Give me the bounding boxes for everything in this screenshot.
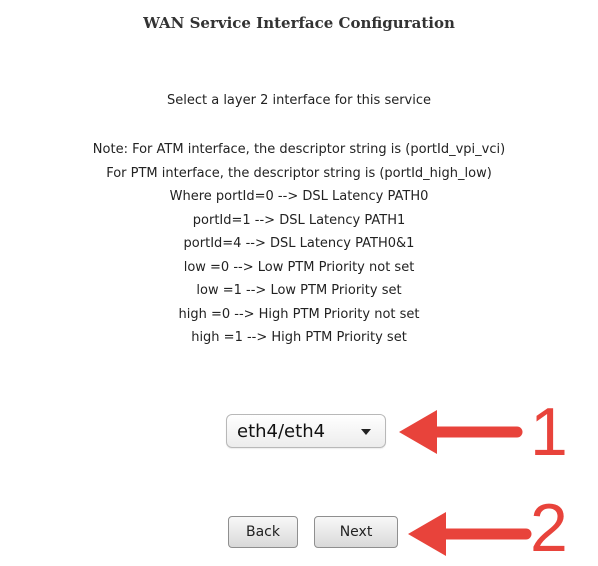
note-line: portId=1 --> DSL Latency PATH1 <box>192 212 406 228</box>
arrow-left-icon <box>408 512 532 556</box>
note-line: Where portId=0 --> DSL Latency PATH0 <box>169 189 429 204</box>
layer2-interface-select[interactable]: eth4/eth4 <box>226 414 386 448</box>
note-line: portId=4 --> DSL Latency PATH0&1 <box>183 236 415 251</box>
next-button[interactable]: Next <box>314 516 398 548</box>
selected-interface-value: eth4/eth4 <box>237 421 326 442</box>
page-title: WAN Service Interface Configuration <box>143 14 455 32</box>
back-button[interactable]: Back <box>228 516 298 548</box>
callout-step-2: 2 <box>530 490 568 566</box>
note-line: low =1 --> Low PTM Priority set <box>196 283 402 298</box>
note-line: high =0 --> High PTM Priority not set <box>178 306 420 322</box>
chevron-down-icon <box>361 429 371 435</box>
note-line: low =0 --> Low PTM Priority not set <box>183 259 415 275</box>
descriptor-notes: Note: For ATM interface, the descriptor … <box>0 138 598 350</box>
note-line: Note: For ATM interface, the descriptor … <box>92 142 506 157</box>
arrow-left-icon <box>399 410 523 454</box>
callout-step-1: 1 <box>530 394 568 470</box>
note-line: high =1 --> High PTM Priority set <box>191 330 407 345</box>
page-subtitle: Select a layer 2 interface for this serv… <box>166 93 432 108</box>
note-line: For PTM interface, the descriptor string… <box>106 165 492 181</box>
